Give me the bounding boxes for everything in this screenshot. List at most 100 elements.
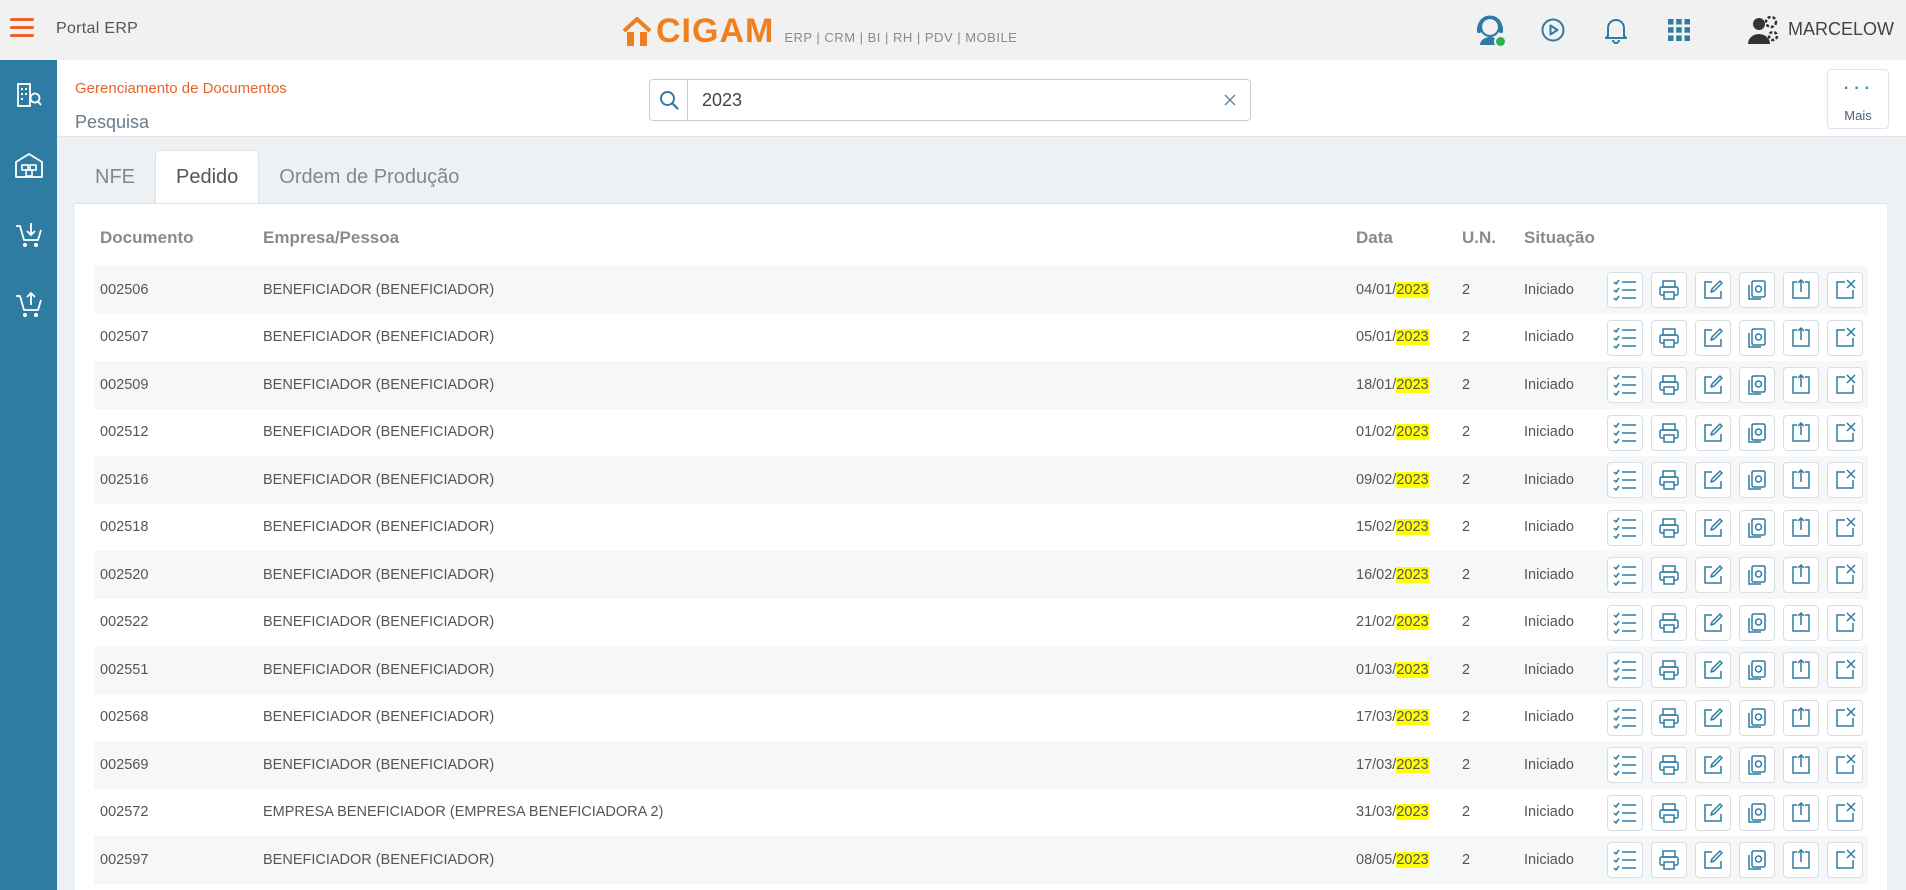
export-button[interactable] xyxy=(1783,699,1819,736)
print-button[interactable] xyxy=(1651,414,1687,451)
edit-button[interactable] xyxy=(1695,604,1731,641)
cancel-document-button[interactable] xyxy=(1827,652,1863,688)
table-row[interactable]: 002509 BENEFICIADOR (BENEFICIADOR) 18/01… xyxy=(94,361,1868,409)
clear-search-button[interactable] xyxy=(1210,80,1250,120)
cancel-document-button[interactable] xyxy=(1827,462,1863,498)
notifications-bell-icon[interactable] xyxy=(1596,10,1636,50)
edit-button[interactable] xyxy=(1695,272,1731,308)
support-agent-icon[interactable] xyxy=(1470,10,1510,50)
export-button[interactable] xyxy=(1783,842,1819,878)
copy-document-button[interactable] xyxy=(1739,699,1775,736)
table-row[interactable]: 002568 BENEFICIADOR (BENEFICIADOR) 17/03… xyxy=(94,694,1868,742)
sidebar-item-building-search[interactable] xyxy=(0,60,57,130)
checklist-button[interactable] xyxy=(1607,557,1643,593)
table-row[interactable]: 002522 BENEFICIADOR (BENEFICIADOR) 21/02… xyxy=(94,599,1868,647)
export-button[interactable] xyxy=(1783,747,1819,783)
print-button[interactable] xyxy=(1651,699,1687,736)
print-button[interactable] xyxy=(1651,367,1687,403)
table-row[interactable]: 002512 BENEFICIADOR (BENEFICIADOR) 01/02… xyxy=(94,409,1868,457)
copy-document-button[interactable] xyxy=(1739,842,1775,878)
table-row[interactable]: 002597 BENEFICIADOR (BENEFICIADOR) 08/05… xyxy=(94,836,1868,884)
table-row[interactable]: 002507 BENEFICIADOR (BENEFICIADOR) 05/01… xyxy=(94,314,1868,362)
print-button[interactable] xyxy=(1651,842,1687,878)
cancel-document-button[interactable] xyxy=(1827,604,1863,641)
header-company[interactable]: Empresa/Pessoa xyxy=(263,228,399,248)
cancel-document-button[interactable] xyxy=(1827,794,1863,831)
checklist-button[interactable] xyxy=(1607,747,1643,783)
edit-button[interactable] xyxy=(1695,367,1731,403)
export-button[interactable] xyxy=(1783,652,1819,688)
cancel-document-button[interactable] xyxy=(1827,699,1863,736)
checklist-button[interactable] xyxy=(1607,699,1643,736)
checklist-button[interactable] xyxy=(1607,367,1643,403)
print-button[interactable] xyxy=(1651,462,1687,498)
copy-document-button[interactable] xyxy=(1739,557,1775,593)
checklist-button[interactable] xyxy=(1607,414,1643,451)
checklist-button[interactable] xyxy=(1607,462,1643,498)
edit-button[interactable] xyxy=(1695,652,1731,688)
print-button[interactable] xyxy=(1651,319,1687,356)
copy-document-button[interactable] xyxy=(1739,794,1775,831)
print-button[interactable] xyxy=(1651,509,1687,546)
sidebar-item-sales[interactable] xyxy=(0,270,57,340)
table-row[interactable]: 002569 BENEFICIADOR (BENEFICIADOR) 17/03… xyxy=(94,741,1868,789)
export-button[interactable] xyxy=(1783,319,1819,356)
table-row[interactable]: 002572 EMPRESA BENEFICIADOR (EMPRESA BEN… xyxy=(94,789,1868,837)
export-button[interactable] xyxy=(1783,462,1819,498)
header-document[interactable]: Documento xyxy=(100,228,194,248)
print-button[interactable] xyxy=(1651,272,1687,308)
tab-pedido[interactable]: Pedido xyxy=(155,150,260,204)
export-button[interactable] xyxy=(1783,367,1819,403)
header-unit[interactable]: U.N. xyxy=(1462,228,1496,248)
print-button[interactable] xyxy=(1651,794,1687,831)
cancel-document-button[interactable] xyxy=(1827,842,1863,878)
table-row[interactable]: 002518 BENEFICIADOR (BENEFICIADOR) 15/02… xyxy=(94,504,1868,552)
copy-document-button[interactable] xyxy=(1739,367,1775,403)
copy-document-button[interactable] xyxy=(1739,462,1775,498)
menu-icon[interactable] xyxy=(10,18,34,38)
header-status[interactable]: Situação xyxy=(1524,228,1595,248)
export-button[interactable] xyxy=(1783,794,1819,831)
export-button[interactable] xyxy=(1783,414,1819,451)
copy-document-button[interactable] xyxy=(1739,319,1775,356)
checklist-button[interactable] xyxy=(1607,604,1643,641)
cancel-document-button[interactable] xyxy=(1827,414,1863,451)
print-button[interactable] xyxy=(1651,604,1687,641)
edit-button[interactable] xyxy=(1695,699,1731,736)
table-row[interactable]: 002506 BENEFICIADOR (BENEFICIADOR) 04/01… xyxy=(94,266,1868,314)
edit-button[interactable] xyxy=(1695,842,1731,878)
cancel-document-button[interactable] xyxy=(1827,319,1863,356)
table-row[interactable]: 002551 BENEFICIADOR (BENEFICIADOR) 01/03… xyxy=(94,646,1868,694)
edit-button[interactable] xyxy=(1695,509,1731,546)
tab-ordem-producao[interactable]: Ordem de Produção xyxy=(259,150,479,204)
table-row[interactable]: 002520 BENEFICIADOR (BENEFICIADOR) 16/02… xyxy=(94,551,1868,599)
export-button[interactable] xyxy=(1783,272,1819,308)
user-menu[interactable]: MARCELOW xyxy=(1746,12,1894,46)
checklist-button[interactable] xyxy=(1607,652,1643,688)
export-button[interactable] xyxy=(1783,509,1819,546)
export-button[interactable] xyxy=(1783,557,1819,593)
checklist-button[interactable] xyxy=(1607,509,1643,546)
search-button[interactable] xyxy=(650,80,688,120)
print-button[interactable] xyxy=(1651,652,1687,688)
copy-document-button[interactable] xyxy=(1739,652,1775,688)
copy-document-button[interactable] xyxy=(1739,747,1775,783)
edit-button[interactable] xyxy=(1695,747,1731,783)
play-video-icon[interactable] xyxy=(1533,10,1573,50)
checklist-button[interactable] xyxy=(1607,842,1643,878)
edit-button[interactable] xyxy=(1695,462,1731,498)
print-button[interactable] xyxy=(1651,557,1687,593)
edit-button[interactable] xyxy=(1695,557,1731,593)
copy-document-button[interactable] xyxy=(1739,604,1775,641)
export-button[interactable] xyxy=(1783,604,1819,641)
edit-button[interactable] xyxy=(1695,414,1731,451)
copy-document-button[interactable] xyxy=(1739,509,1775,546)
breadcrumb[interactable]: Gerenciamento de Documentos xyxy=(75,80,287,97)
copy-document-button[interactable] xyxy=(1739,414,1775,451)
edit-button[interactable] xyxy=(1695,319,1731,356)
search-input[interactable] xyxy=(688,81,1210,119)
checklist-button[interactable] xyxy=(1607,319,1643,356)
apps-grid-icon[interactable] xyxy=(1659,10,1699,50)
cancel-document-button[interactable] xyxy=(1827,272,1863,308)
sidebar-item-purchase[interactable] xyxy=(0,200,57,270)
